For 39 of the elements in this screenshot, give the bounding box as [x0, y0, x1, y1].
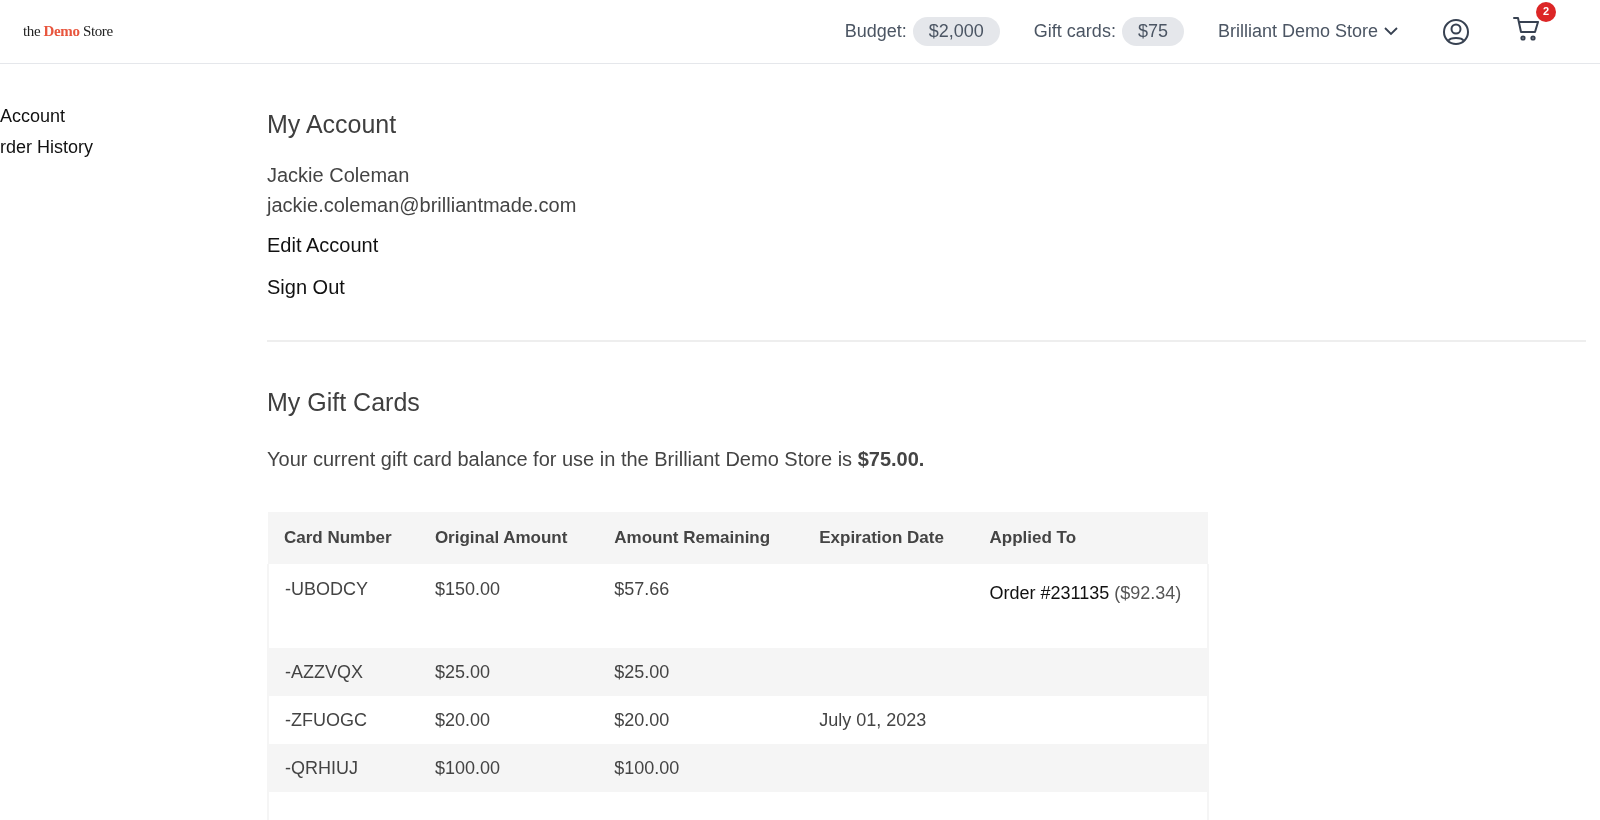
budget-label: Budget:	[844, 20, 907, 43]
table-cell: -AZZVQX	[285, 661, 363, 682]
gift-cards-value: $75	[1121, 17, 1184, 46]
gift-cards-label: Gift cards:	[1033, 20, 1116, 43]
sidebar-link[interactable]: rder History	[0, 135, 93, 159]
cart-count-badge: 2	[1536, 1, 1556, 22]
edit-account-link[interactable]: Edit Account	[267, 230, 379, 260]
column-header: Applied To	[973, 512, 1208, 564]
column-header: Expiration Date	[803, 512, 974, 564]
table-cell: $57.66	[614, 579, 670, 599]
column-header: Original Amount	[418, 512, 599, 564]
user-icon	[1442, 17, 1470, 46]
section-title: My Account	[267, 109, 398, 140]
table-cell: $25.00	[434, 661, 490, 682]
sidebar-link[interactable]: Account	[0, 104, 66, 128]
column-header: Amount Remaining	[598, 512, 804, 564]
table-cell: $150.00	[434, 579, 500, 599]
sign-out-link[interactable]: Sign Out	[267, 272, 345, 302]
table-cell: $100.00	[614, 757, 680, 778]
gift-card-balance-text: Your current gift card balance for use in the Brilliant Demo Store is $75.00.	[267, 447, 926, 472]
budget-value: $2,000	[912, 17, 1000, 46]
store-menu[interactable]: Brilliant Demo Store	[1217, 18, 1398, 45]
table-cell: $20.00	[434, 709, 490, 730]
section-title: My Gift Cards	[267, 387, 421, 418]
table-cell: $20.00	[614, 709, 670, 730]
applied-amount: ($92.34)	[1114, 583, 1182, 603]
table-cell: -QRHIUJ	[285, 757, 358, 778]
table-cell: -UBODCY	[285, 579, 368, 599]
account-name: Jackie Coleman	[267, 163, 411, 188]
order-link[interactable]: Order #231135	[989, 583, 1110, 603]
table-cell: -ZFUOGC	[285, 709, 367, 730]
table-cell: July 01, 2023	[819, 709, 927, 730]
table-cell: $25.00	[614, 661, 670, 682]
table-cell: $100.00	[434, 757, 500, 778]
account-email: jackie.coleman@brilliantmade.com	[267, 193, 578, 218]
store-logo[interactable]: the Demo Store	[23, 20, 113, 43]
chevron-down-icon	[1384, 27, 1398, 36]
column-header: Card Number	[268, 512, 419, 564]
account-button[interactable]	[1442, 17, 1470, 46]
